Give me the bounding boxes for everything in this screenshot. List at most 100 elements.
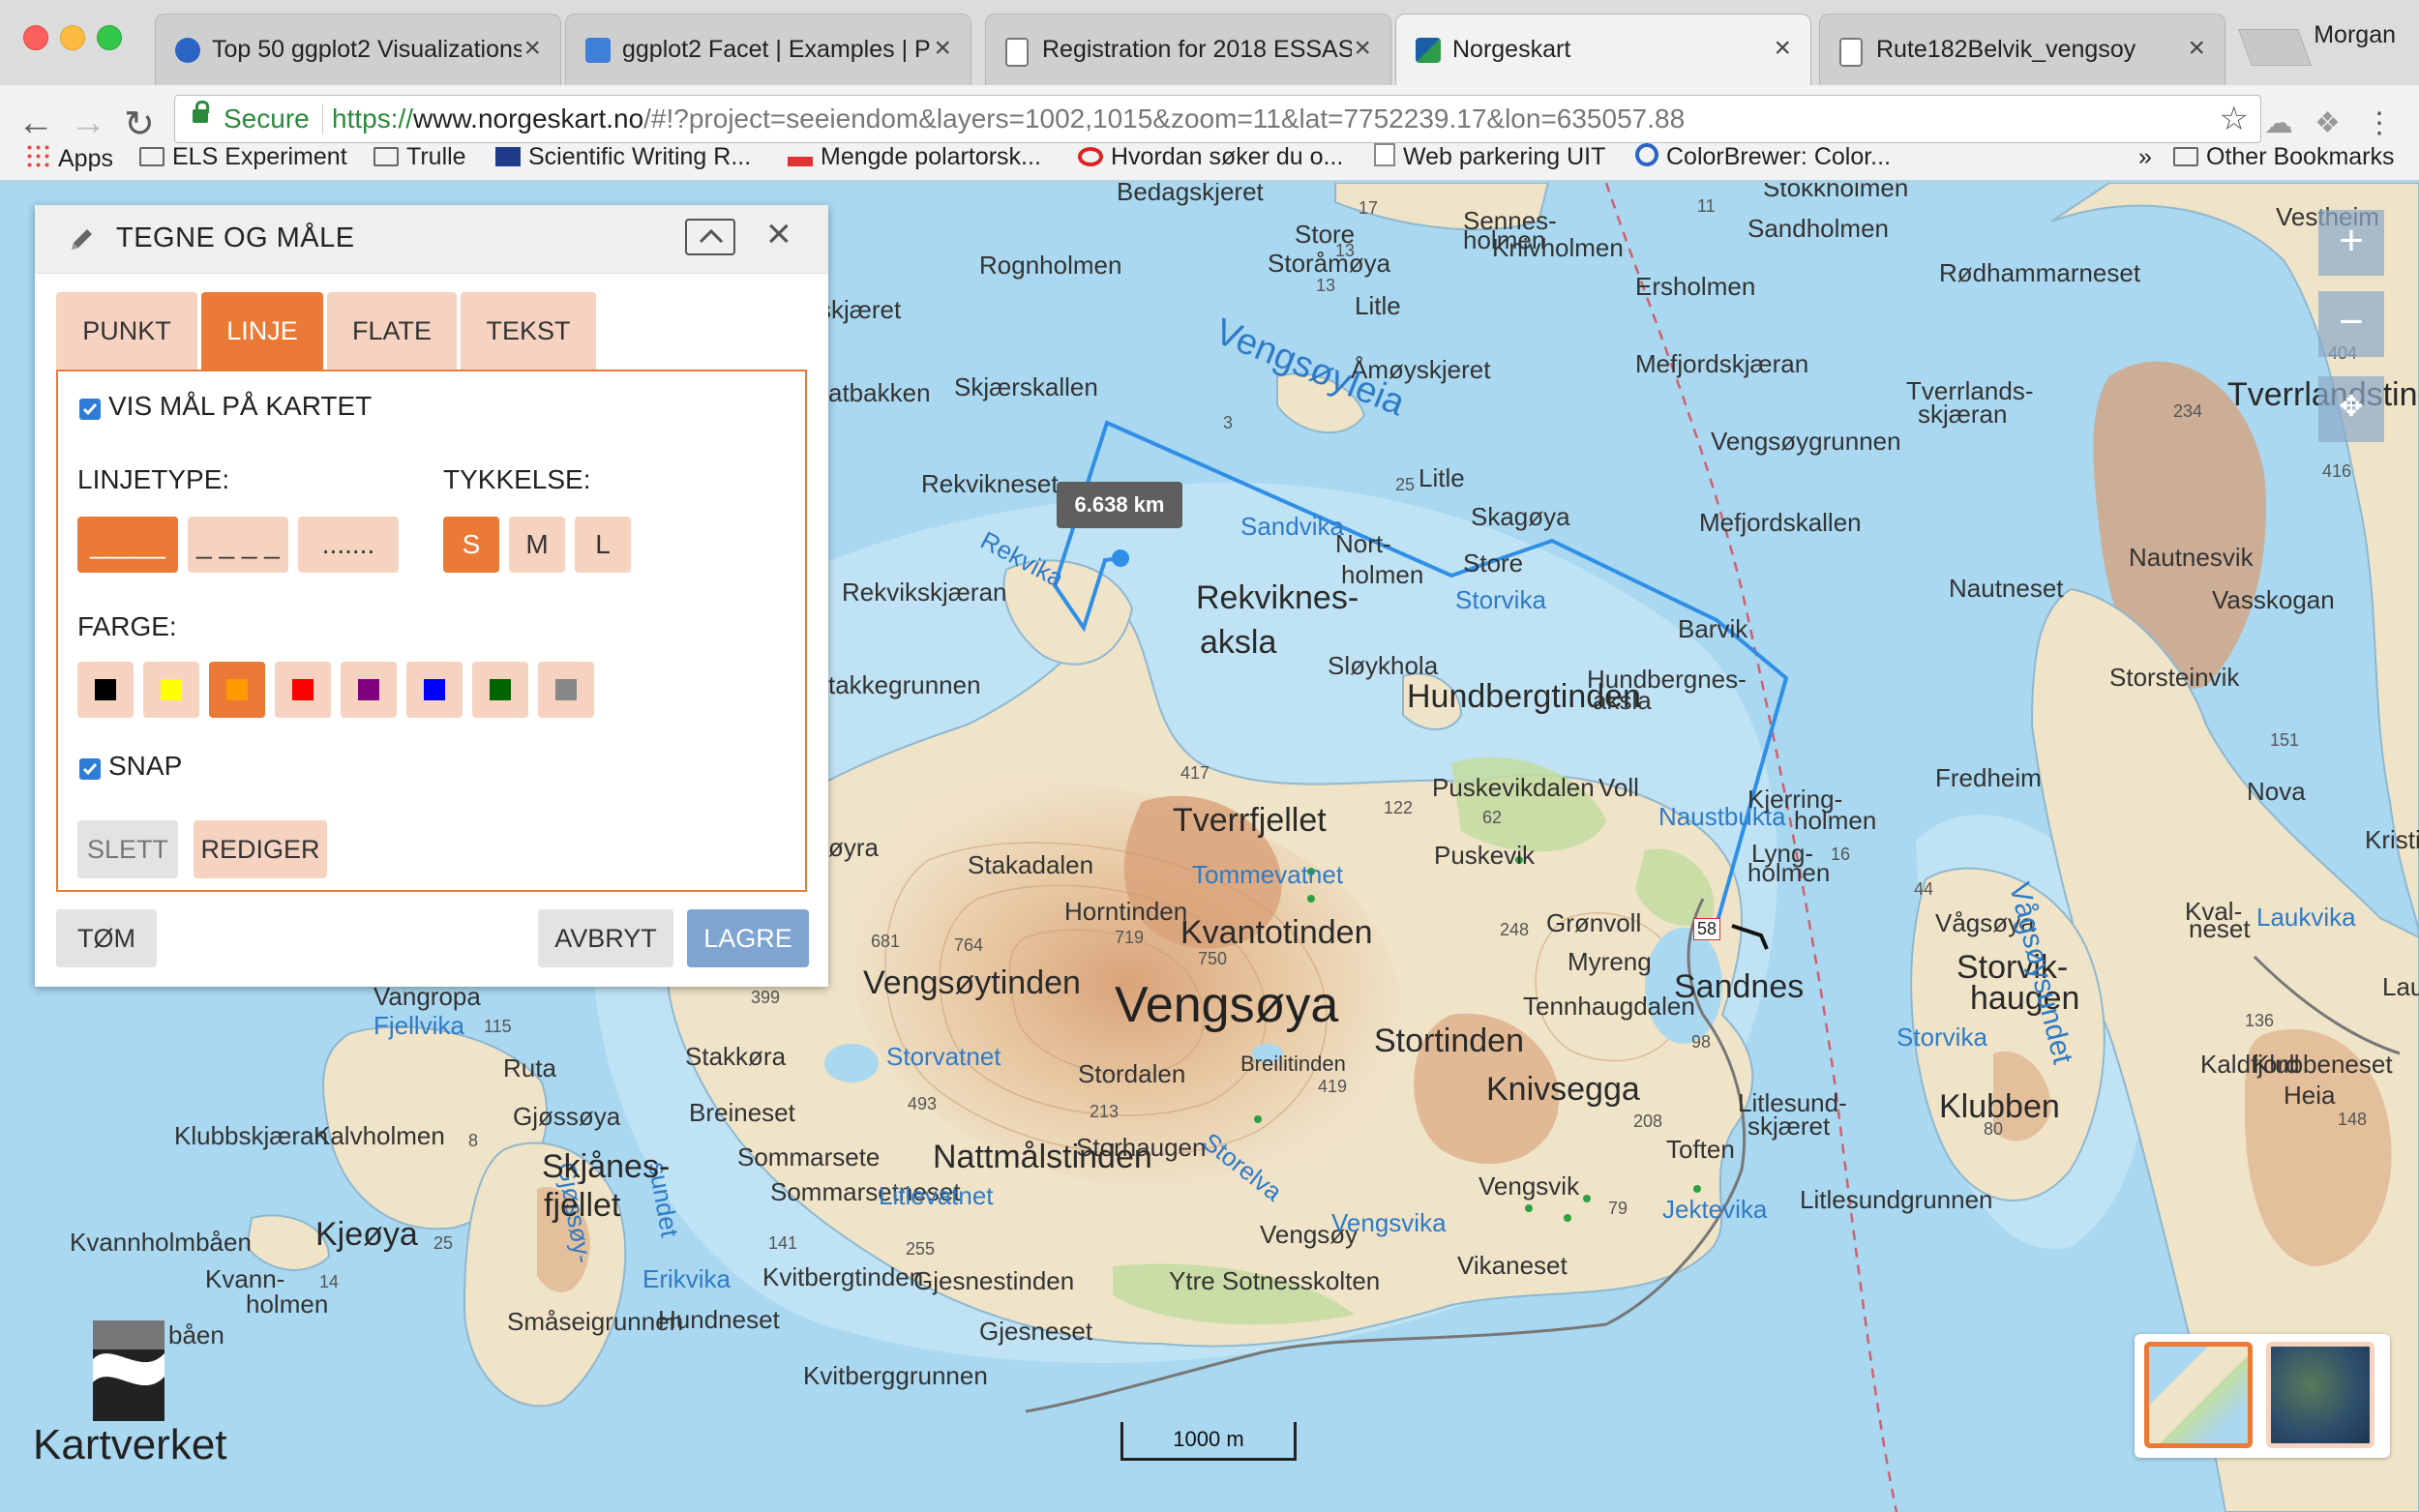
bookmark-label: ELS Experiment xyxy=(172,143,347,170)
thickness-l-button[interactable]: L xyxy=(575,517,631,573)
map-label: Stortinden xyxy=(1374,1023,1524,1059)
height-label: 44 xyxy=(1914,879,1934,899)
other-bookmarks[interactable]: Other Bookmarks xyxy=(2173,143,2395,171)
new-tab-button[interactable] xyxy=(2238,29,2312,66)
uit-icon xyxy=(495,147,521,166)
map-label: Knivsegga xyxy=(1486,1071,1640,1108)
map-label: Vengsøya xyxy=(1115,977,1339,1033)
map-label: Hundneset xyxy=(658,1305,780,1334)
bookmark-label: Apps xyxy=(58,145,113,172)
map-label: Grønvoll xyxy=(1546,908,1642,937)
thickness-m-button[interactable]: M xyxy=(509,517,565,573)
dropbox-icon[interactable]: ❖ xyxy=(2314,106,2341,140)
browser-tab[interactable]: ggplot2 Facet | Examples | Pl × xyxy=(565,14,971,85)
swatch xyxy=(292,679,314,700)
tab-title: Registration for 2018 ESSAS xyxy=(1042,36,1352,63)
linje-options: VIS MÅL PÅ KARTET LINJETYPE: TYKKELSE: _… xyxy=(56,370,807,892)
tab-tekst[interactable]: TEKST xyxy=(461,292,596,370)
close-tab-icon[interactable]: × xyxy=(934,32,951,65)
color-green-button[interactable] xyxy=(472,662,528,718)
clear-button[interactable]: TØM xyxy=(56,909,157,967)
delete-button[interactable]: SLETT xyxy=(77,820,178,878)
bookmark-link[interactable]: Mengde polartorsk... xyxy=(788,143,1041,171)
snap-checkbox[interactable] xyxy=(79,758,101,780)
extension-icon[interactable]: ☁ xyxy=(2264,106,2293,140)
tab-title: Top 50 ggplot2 Visualizations xyxy=(212,36,522,63)
tab-flate[interactable]: FLATE xyxy=(327,292,457,370)
edit-button[interactable]: REDIGER xyxy=(194,820,327,878)
color-red-button[interactable] xyxy=(275,662,331,718)
bookmark-link[interactable]: Scientific Writing R... xyxy=(495,143,751,171)
satellite-layer-thumbnail[interactable] xyxy=(2266,1342,2374,1448)
bookmark-apps[interactable]: Apps xyxy=(25,143,113,173)
thickness-s-button[interactable]: S xyxy=(443,517,499,573)
map-label: Storvatnet xyxy=(886,1042,1001,1071)
height-label: 213 xyxy=(1090,1102,1120,1121)
map-label: Puskevik xyxy=(1434,841,1536,870)
color-orange-button[interactable] xyxy=(209,662,265,718)
color-black-button[interactable] xyxy=(77,662,134,718)
back-arrow-icon[interactable]: ← xyxy=(17,103,54,144)
address-bar[interactable]: Secure https://www.norgeskart.no/#!?proj… xyxy=(174,95,2261,143)
browser-tab[interactable]: Top 50 ggplot2 Visualizations × xyxy=(155,14,561,85)
bookmark-folder[interactable]: ELS Experiment xyxy=(139,143,347,171)
collapse-button[interactable] xyxy=(685,219,735,255)
map-label: fjellet xyxy=(544,1187,621,1224)
zoom-in-button[interactable]: + xyxy=(2318,210,2384,276)
bookmark-folder[interactable]: Trulle xyxy=(373,143,466,171)
close-tab-icon[interactable]: × xyxy=(523,32,541,65)
close-tab-icon[interactable]: × xyxy=(1774,32,1791,65)
color-grey-button[interactable] xyxy=(538,662,594,718)
line-type-dotted-button[interactable]: ....... xyxy=(298,517,399,573)
locate-me-icon[interactable]: ✥ xyxy=(2318,376,2384,442)
forward-arrow-icon[interactable]: → xyxy=(70,103,106,144)
close-icon[interactable]: × xyxy=(766,213,791,255)
cancel-button[interactable]: AVBRYT xyxy=(538,909,673,967)
close-window-button[interactable] xyxy=(23,25,48,50)
minimize-window-button[interactable] xyxy=(60,25,85,50)
height-label: 255 xyxy=(906,1239,936,1259)
bookmark-link[interactable]: Web parkering UIT xyxy=(1374,143,1605,171)
bookmark-star-icon[interactable]: ☆ xyxy=(2220,100,2249,138)
map-label: øyra xyxy=(828,833,879,862)
browser-tab-active[interactable]: Norgeskart × xyxy=(1395,14,1811,87)
map-label: holmen xyxy=(1794,806,1877,835)
tab-punkt[interactable]: PUNKT xyxy=(56,292,197,370)
browser-tab[interactable]: Registration for 2018 ESSAS × xyxy=(985,14,1391,85)
reload-icon[interactable]: ↻ xyxy=(124,103,155,146)
map-label: aksla xyxy=(1593,686,1652,715)
height-label: 80 xyxy=(1984,1119,2004,1139)
bookmark-link[interactable]: ColorBrewer: Color... xyxy=(1635,143,1891,171)
map-label: Myreng xyxy=(1568,947,1652,976)
color-yellow-button[interactable] xyxy=(143,662,199,718)
show-measure-checkbox[interactable] xyxy=(79,399,101,420)
bookmark-label: Web parkering UIT xyxy=(1403,143,1606,170)
map-label: Bedagskjeret xyxy=(1117,183,1264,206)
bookmark-label: Other Bookmarks xyxy=(2206,143,2395,170)
line-type-dashed-button[interactable]: _ _ _ _ xyxy=(188,517,288,573)
tab-linje[interactable]: LINJE xyxy=(201,292,323,370)
menu-kebab-icon[interactable]: ⋮ xyxy=(2365,106,2394,140)
color-purple-button[interactable] xyxy=(341,662,397,718)
more-bookmarks-icon[interactable]: » xyxy=(2138,143,2152,171)
zoom-out-button[interactable]: − xyxy=(2318,291,2384,357)
save-button[interactable]: LAGRE xyxy=(687,909,809,967)
browser-tab[interactable]: Rute182Belvik_vengsoy × xyxy=(1819,14,2225,85)
map-layer-thumbnail[interactable] xyxy=(2144,1342,2253,1448)
height-label: 493 xyxy=(908,1094,938,1113)
height-label: 417 xyxy=(1180,763,1210,783)
height-label: 25 xyxy=(1395,475,1416,494)
map-label: Storåmøya xyxy=(1268,249,1391,278)
line-type-solid-button[interactable]: _____ xyxy=(77,517,178,573)
profile-name[interactable]: Morgan xyxy=(2314,21,2396,49)
bookmark-link[interactable]: Hvordan søker du o... xyxy=(1078,143,1343,171)
maximize-window-button[interactable] xyxy=(97,25,122,50)
color-blue-button[interactable] xyxy=(406,662,463,718)
base-layer-switcher xyxy=(2135,1334,2390,1458)
url-text[interactable]: https://www.norgeskart.no/#!?project=see… xyxy=(332,104,1685,134)
close-tab-icon[interactable]: × xyxy=(1354,32,1371,65)
map-label: Ersholmen xyxy=(1635,272,1756,301)
close-tab-icon[interactable]: × xyxy=(2188,32,2205,65)
map-label: aksla xyxy=(1200,624,1277,661)
map-label: atbakken xyxy=(828,378,931,407)
